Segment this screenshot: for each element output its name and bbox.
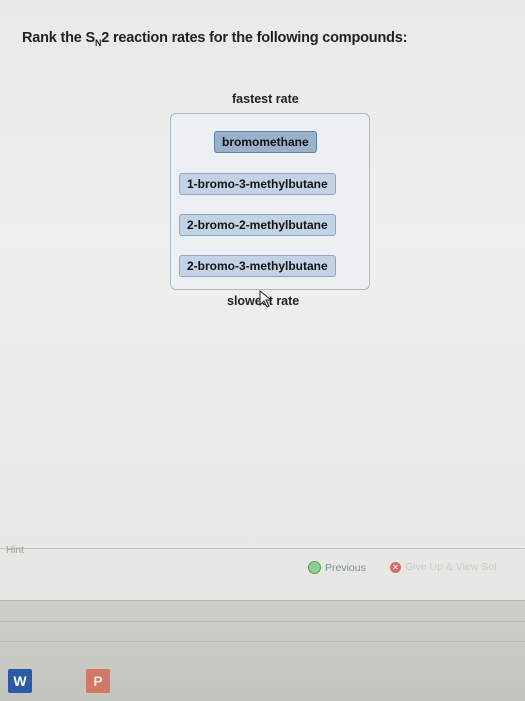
question-suffix: 2 reaction rates for the following compo… — [101, 30, 408, 46]
previous-icon — [308, 561, 321, 574]
taskbar-divider — [0, 621, 525, 622]
word-app-icon[interactable]: W — [8, 669, 32, 693]
previous-label: Previous — [325, 561, 366, 574]
rank-item-1-bromo-3-methylbutane[interactable]: 1-bromo-3-methylbutane — [179, 173, 336, 195]
give-up-icon: ✕ — [390, 561, 401, 573]
give-up-button[interactable]: ✕ Give Up & View Sol — [390, 561, 496, 573]
hint-link[interactable]: Hint — [6, 545, 24, 556]
powerpoint-app-icon[interactable]: P — [86, 669, 110, 693]
rank-item-bromomethane[interactable]: bromomethane — [214, 131, 317, 153]
taskbar-divider — [0, 641, 525, 642]
mouse-pointer-icon — [259, 289, 273, 308]
ranking-box[interactable]: bromomethane 1-bromo-3-methylbutane 2-br… — [170, 113, 370, 290]
previous-button[interactable]: Previous — [308, 561, 366, 574]
rank-item-2-bromo-2-methylbutane[interactable]: 2-bromo-2-methylbutane — [179, 214, 336, 236]
give-up-label: Give Up & View Sol — [405, 561, 497, 573]
fastest-rate-label: fastest rate — [232, 92, 299, 106]
screen: Rank the SN2 reaction rates for the foll… — [0, 0, 525, 600]
rank-item-2-bromo-3-methylbutane[interactable]: 2-bromo-3-methylbutane — [179, 255, 336, 277]
question-prefix: Rank the S — [22, 30, 95, 46]
taskbar: W P — [0, 600, 525, 701]
question-text: Rank the SN2 reaction rates for the foll… — [22, 30, 407, 48]
footer: Hint Previous ✕ Give Up & View Sol — [0, 545, 525, 599]
